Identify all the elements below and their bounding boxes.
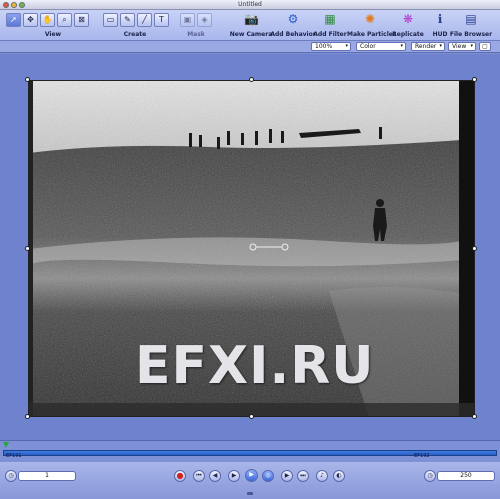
- paint-stroke-tool-button[interactable]: ╱: [137, 13, 152, 27]
- go-to-end-button[interactable]: ⏭: [297, 470, 309, 482]
- view-tool-group: ➚ ✥ ✋ ⌕ ⊠: [6, 13, 89, 27]
- frame-back-button[interactable]: ▶: [228, 470, 240, 482]
- play-button[interactable]: ▶: [245, 469, 258, 482]
- rectangle-tool-button[interactable]: ▭: [103, 13, 118, 27]
- resize-handle[interactable]: [25, 414, 30, 419]
- particles-icon: ✺: [364, 12, 376, 26]
- resize-handle[interactable]: [25, 77, 30, 82]
- out-marker-label: EF192: [414, 453, 430, 459]
- duration-field[interactable]: 250: [437, 471, 495, 481]
- dropdown-arrow-icon: ▾: [470, 43, 473, 49]
- text-tool-button[interactable]: T: [154, 13, 169, 27]
- replicate-icon: ❋: [402, 12, 414, 26]
- audio-button[interactable]: ♪: [316, 470, 328, 482]
- bezier-mask-tool-button[interactable]: ◈: [197, 13, 212, 27]
- hud-icon: ℹ: [437, 12, 443, 26]
- camera-icon: 📷: [244, 12, 259, 26]
- resize-handle[interactable]: [249, 414, 254, 419]
- go-to-start-button[interactable]: ⏮: [193, 470, 205, 482]
- dropdown-arrow-icon: ▾: [439, 43, 442, 49]
- timecode-clock-button[interactable]: ◷: [5, 470, 17, 482]
- minimize-window-button[interactable]: [11, 2, 17, 8]
- current-frame-field[interactable]: 1: [18, 471, 76, 481]
- transport-controls: ◷ 1 ● ⏮ ◀ ▶ ▶ ◎ ▶ ⏭ ♪ ◐ ◷ 250: [0, 462, 500, 499]
- dropdown-arrow-icon: ▾: [400, 43, 403, 49]
- mask-group-label: Mask: [187, 31, 205, 38]
- create-group-label: Create: [123, 31, 147, 38]
- toolbar: ➚ ✥ ✋ ⌕ ⊠ View ▭ ✎ ╱ T Create ▣ ◈ Mask 📷…: [0, 10, 500, 41]
- mini-timeline[interactable]: EF191 EF192: [0, 440, 500, 462]
- file-browser-icon: ▤: [465, 12, 477, 26]
- channels-select[interactable]: Color ▾: [356, 42, 406, 51]
- add-filter-button[interactable]: ▦ Add Filter: [308, 12, 352, 38]
- resize-handle[interactable]: [472, 77, 477, 82]
- previous-frame-button[interactable]: ◀: [209, 470, 221, 482]
- record-button[interactable]: ●: [174, 470, 186, 482]
- loop-button[interactable]: ◎: [262, 470, 274, 482]
- transform-tool-button[interactable]: ✥: [23, 13, 38, 27]
- playhead[interactable]: [3, 442, 9, 448]
- in-marker-label: EF191: [6, 453, 22, 459]
- watermark-text: EFXI.RU: [135, 336, 375, 396]
- title-bar: Untitled: [0, 0, 500, 10]
- replicate-button[interactable]: ❋ Replicate: [386, 12, 430, 38]
- canvas-options-bar: 100% ▾ Color ▾ Render ▾ View ▾ ▢: [0, 41, 500, 53]
- new-camera-button[interactable]: 📷 New Camera: [229, 12, 273, 38]
- mute-button[interactable]: ◐: [333, 470, 345, 482]
- bezier-tool-button[interactable]: ✎: [120, 13, 135, 27]
- mask-tool-group: ▣ ◈: [180, 13, 212, 27]
- window-title: Untitled: [238, 1, 262, 8]
- frame-icon: ▢: [482, 43, 488, 50]
- render-select[interactable]: Render ▾: [411, 42, 445, 51]
- file-browser-button[interactable]: ▤ File Browser: [448, 12, 494, 38]
- hand-tool-button[interactable]: ✋: [40, 13, 55, 27]
- resize-handle[interactable]: [472, 414, 477, 419]
- resize-handle[interactable]: [25, 246, 30, 251]
- view-select[interactable]: View ▾: [448, 42, 476, 51]
- close-window-button[interactable]: [3, 2, 9, 8]
- gear-icon: ⚙: [287, 12, 299, 26]
- resize-grip[interactable]: [247, 492, 253, 495]
- view-group-label: View: [44, 31, 62, 38]
- rect-mask-tool-button[interactable]: ▣: [180, 13, 195, 27]
- crop-tool-button[interactable]: ⊠: [74, 13, 89, 27]
- resize-handle[interactable]: [249, 77, 254, 82]
- filter-icon: ▦: [324, 12, 336, 26]
- arrow-select-tool-button[interactable]: ➚: [6, 13, 21, 27]
- window-controls: [3, 2, 25, 8]
- create-tool-group: ▭ ✎ ╱ T: [103, 13, 169, 27]
- zoom-window-button[interactable]: [19, 2, 25, 8]
- anchor-point-handle[interactable]: [249, 243, 289, 251]
- zoom-tool-button[interactable]: ⌕: [57, 13, 72, 27]
- canvas-settings-button[interactable]: ▢: [479, 42, 491, 51]
- next-frame-button[interactable]: ▶: [281, 470, 293, 482]
- zoom-select[interactable]: 100% ▾: [311, 42, 351, 51]
- resize-handle[interactable]: [472, 246, 477, 251]
- dropdown-arrow-icon: ▾: [345, 43, 348, 49]
- duration-clock-button[interactable]: ◷: [424, 470, 436, 482]
